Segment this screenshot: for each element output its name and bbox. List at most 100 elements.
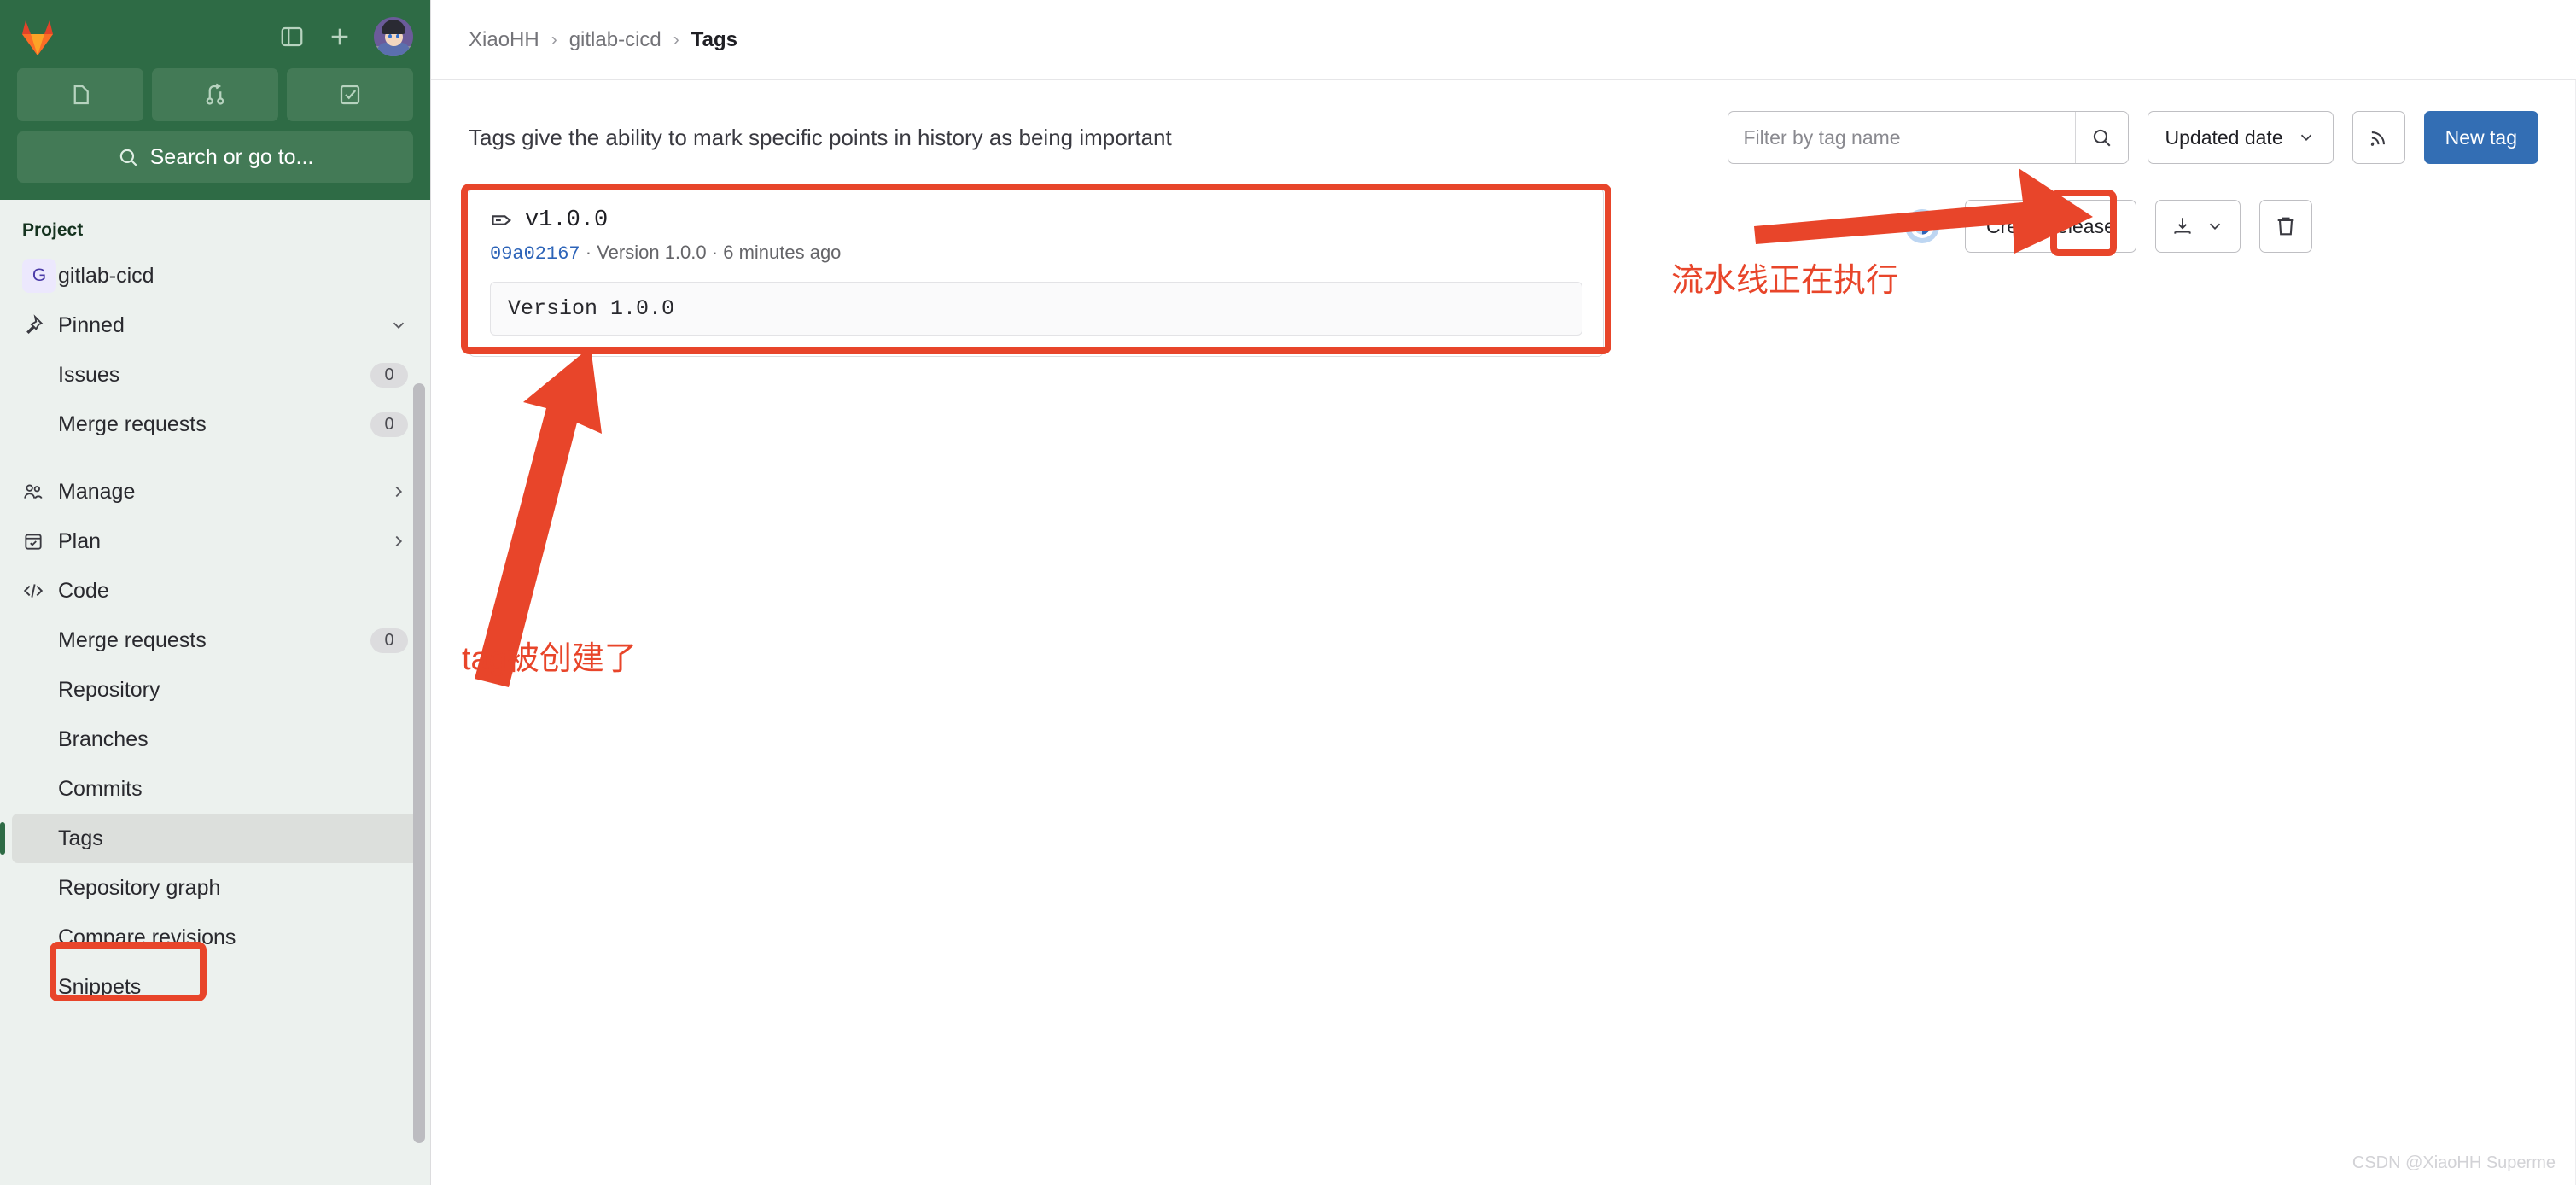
delete-tag-button[interactable] — [2258, 200, 2312, 253]
commit-sha-link[interactable]: 09a02167 — [490, 243, 580, 265]
download-icon — [2174, 218, 2191, 234]
sidebar-item-issues[interactable]: Issues 0 — [12, 350, 418, 400]
create-release-button[interactable]: Create release — [1965, 200, 2136, 253]
sidebar-item-snippets[interactable]: Snippets — [12, 962, 418, 1012]
sidebar-nav: Project G gitlab-cicd Pinned Issues 0 Me… — [0, 200, 430, 1185]
watermark: CSDN @XiaoHH Superme — [2352, 1153, 2556, 1172]
sidebar-item-label: Compare revisions — [58, 925, 236, 949]
sidebar-header-row — [17, 12, 413, 61]
sidebar-header: Search or go to... — [0, 0, 430, 200]
chevron-right-icon — [389, 532, 408, 551]
merge-request-icon[interactable] — [152, 68, 278, 121]
sidebar-item-commits[interactable]: Commits — [12, 764, 418, 814]
tag-list: v1.0.0 09a02167 · Version 1.0.0 · 6 minu… — [469, 188, 2538, 357]
sidebar-item-merge-requests[interactable]: Merge requests 0 — [12, 616, 418, 665]
sidebar-item-label: Pinned — [58, 312, 125, 337]
rss-icon — [2370, 131, 2385, 146]
chevron-down-icon — [2209, 223, 2220, 230]
tag-title: Version 1.0.0 — [597, 242, 707, 263]
annotation-label-tag-created: tag被创建了 — [462, 641, 637, 677]
sidebar-item-label: Branches — [58, 727, 149, 751]
breadcrumb-group[interactable]: XiaoHH — [469, 28, 539, 52]
download-source-dropdown[interactable] — [2154, 200, 2241, 253]
tag-meta: 09a02167 · Version 1.0.0 · 6 minutes ago — [490, 242, 1582, 265]
sidebar-item-project[interactable]: G gitlab-cicd — [12, 251, 418, 301]
sidebar-item-repository-graph[interactable]: Repository graph — [12, 863, 418, 913]
chevron-down-icon — [389, 316, 408, 335]
toggle-sidebar-icon[interactable] — [268, 13, 316, 61]
breadcrumb-current: Tags — [691, 27, 737, 51]
page-description: Tags give the ability to mark specific p… — [469, 124, 1172, 150]
sidebar-scrollbar[interactable] — [413, 383, 425, 1143]
tag-name-link[interactable]: v1.0.0 — [525, 207, 608, 233]
tags-toolbar-row: Tags give the ability to mark specific p… — [469, 80, 2538, 164]
sidebar-item-label: Snippets — [58, 974, 142, 999]
sidebar-item-compare-revisions[interactable]: Compare revisions — [12, 913, 418, 962]
breadcrumb-separator: › — [551, 29, 557, 50]
sidebar-item-code[interactable]: Code — [12, 566, 418, 616]
avatar[interactable] — [374, 17, 413, 56]
sort-dropdown[interactable]: Updated date — [2147, 111, 2334, 164]
rss-feed-button[interactable] — [2352, 111, 2405, 164]
filter-by-tag-name — [1727, 111, 2129, 164]
new-tag-button[interactable]: New tag — [2423, 111, 2538, 164]
users-icon — [22, 481, 58, 503]
calendar-icon — [22, 530, 58, 552]
todo-check-icon[interactable] — [287, 68, 413, 121]
sidebar-item-merge-requests-pinned[interactable]: Merge requests 0 — [12, 400, 418, 449]
tag-message: Version 1.0.0 — [490, 282, 1582, 336]
search-placeholder-label: Search or go to... — [149, 144, 314, 169]
search-input[interactable]: Search or go to... — [17, 131, 413, 183]
pin-icon — [22, 314, 58, 336]
main-content: XiaoHH › gitlab-cicd › Tags Tags give th… — [431, 0, 2576, 1185]
merge-requests-count-badge: 0 — [370, 628, 408, 653]
chevron-down-icon — [2300, 134, 2311, 141]
sidebar-item-branches[interactable]: Branches — [12, 715, 418, 764]
sidebar-item-manage[interactable]: Manage — [12, 467, 418, 517]
sidebar-quick-actions — [17, 68, 413, 121]
breadcrumb-separator: › — [673, 29, 679, 50]
sidebar-item-label: Merge requests — [58, 412, 207, 436]
trash-icon — [2277, 217, 2294, 236]
pipeline-status-running-icon[interactable] — [1898, 202, 1946, 250]
project-avatar: G — [22, 259, 58, 293]
sidebar-item-label: Repository graph — [58, 875, 221, 900]
create-new-plus-icon[interactable] — [316, 13, 364, 61]
code-icon — [22, 580, 58, 602]
search-icon[interactable] — [2074, 112, 2128, 163]
sidebar-item-label: Merge requests — [58, 628, 207, 652]
annotation-label-pipeline-running: 流水线正在执行 — [1671, 263, 1899, 299]
tag-name-row: v1.0.0 — [490, 207, 1582, 233]
sidebar-item-label: Tags — [58, 826, 103, 850]
filter-input[interactable] — [1728, 112, 2075, 163]
tag-timestamp: 6 minutes ago — [723, 242, 842, 263]
tag-icon — [492, 215, 512, 225]
chevron-right-icon — [389, 482, 408, 501]
sidebar-item-tags[interactable]: Tags — [0, 814, 418, 863]
meta-separator: · — [585, 242, 592, 263]
merge-requests-count-badge: 0 — [370, 412, 408, 437]
tags-toolbar: Updated date New tag — [1727, 111, 2538, 164]
sidebar: Search or go to... Project G gitlab-cicd… — [0, 0, 431, 1185]
gitlab-logo-icon[interactable] — [17, 17, 58, 56]
sidebar-item-label: Plan — [58, 528, 102, 553]
sidebar-section-title: Project — [22, 220, 84, 240]
sidebar-item-label: Repository — [58, 677, 160, 702]
gitlab-tags-page: Search or go to... Project G gitlab-cicd… — [0, 0, 2576, 1185]
tag-item-v1-0-0: v1.0.0 09a02167 · Version 1.0.0 · 6 minu… — [469, 188, 1604, 357]
sidebar-item-label: Commits — [58, 776, 143, 801]
meta-separator: · — [711, 242, 719, 263]
sidebar-item-plan[interactable]: Plan — [12, 517, 418, 566]
breadcrumb-project[interactable]: gitlab-cicd — [569, 28, 661, 52]
sidebar-item-repository[interactable]: Repository — [12, 665, 418, 715]
issues-quick-icon[interactable] — [17, 68, 143, 121]
sidebar-item-label: Manage — [58, 479, 136, 504]
sidebar-item-label: Code — [58, 578, 109, 603]
sidebar-item-pinned[interactable]: Pinned — [12, 301, 418, 350]
sort-label: Updated date — [2165, 126, 2283, 149]
tag-actions: Create release — [1898, 200, 2312, 253]
sidebar-item-label: Issues — [58, 362, 120, 387]
issues-count-badge: 0 — [370, 362, 408, 388]
project-name-label: gitlab-cicd — [58, 263, 154, 288]
tags-page-content: Tags give the ability to mark specific p… — [431, 80, 2576, 357]
